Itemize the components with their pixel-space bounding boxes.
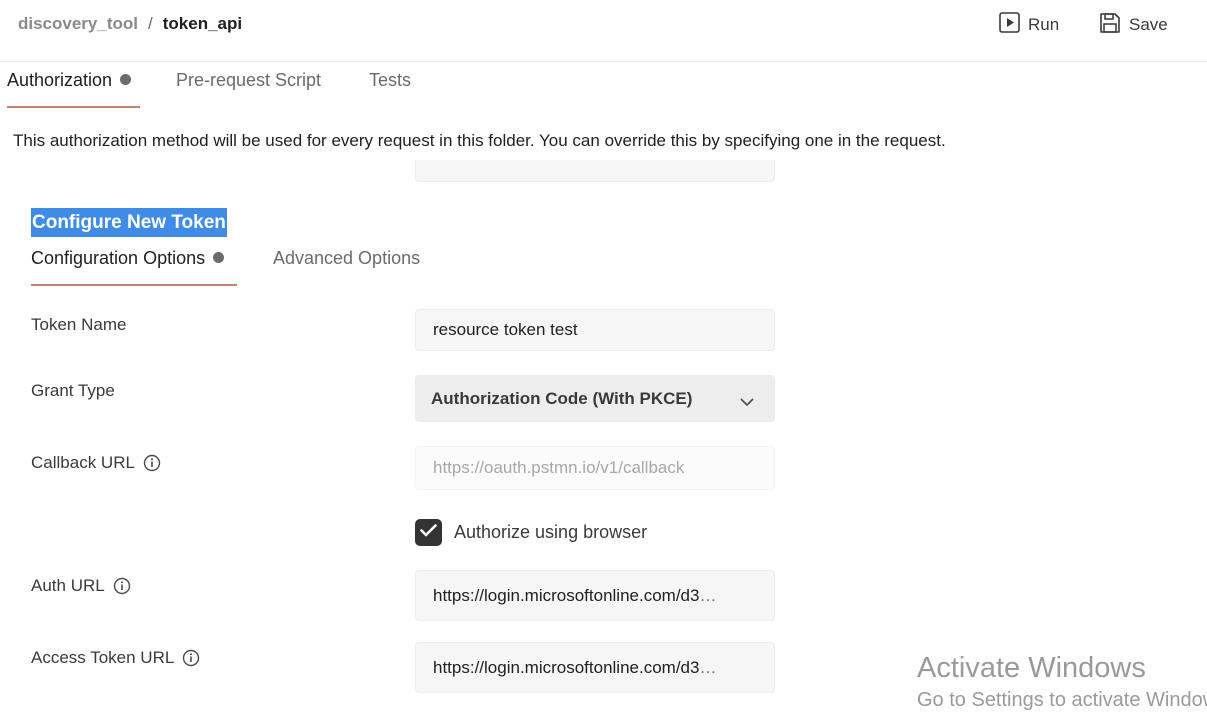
tab-tests[interactable]: Tests [369,70,411,108]
grant-type-select[interactable]: Authorization Code (With PKCE) [415,375,775,422]
info-icon[interactable] [113,577,131,595]
callback-url-input[interactable]: https://oauth.pstmn.io/v1/callback [415,446,775,490]
access-token-url-label: Access Token URL [31,648,200,668]
tab-authorization-label: Authorization [7,70,113,90]
save-label: Save [1129,15,1168,34]
grant-type-value: Authorization Code (With PKCE) [431,388,693,408]
tab-modified-dot [120,74,132,85]
breadcrumb-separator: / [148,14,153,33]
breadcrumb-current[interactable]: token_api [163,14,242,34]
tab-configuration-options[interactable]: Configuration Options [31,248,237,286]
access-token-url-value: https://login.microsoftonline.com/d3 [433,657,700,677]
grant-type-label: Grant Type [31,381,115,401]
tab-advanced-options[interactable]: Advanced Options [273,248,420,286]
watermark-subtitle: Go to Settings to activate Windows. [917,689,1207,711]
tab-tests-label: Tests [369,70,412,90]
token-name-input[interactable]: resource token test [415,309,775,351]
callback-url-label: Callback URL [31,453,161,473]
app-window: discovery_tool / token_api Run Save Auth… [0,0,1207,721]
auth-url-input[interactable]: https://login.microsoftonline.com/d3… [415,570,775,621]
tab-authorization[interactable]: Authorization [7,70,140,108]
access-token-url-input[interactable]: https://login.microsoftonline.com/d3… [415,642,775,693]
active-tab-underline [7,106,140,108]
tab-pre-request-script[interactable]: Pre-request Script [176,70,321,108]
callback-url-label-text: Callback URL [31,453,135,472]
token-name-label-text: Token Name [31,315,127,334]
checkmark-icon [420,523,437,542]
auth-url-label-text: Auth URL [31,576,105,595]
token-name-value: resource token test [433,320,578,339]
configure-token-heading: Configure New Token [31,208,227,237]
save-icon [1099,12,1129,39]
chevron-down-icon [740,392,754,412]
breadcrumb-parent[interactable]: discovery_tool [18,14,138,34]
grant-type-label-text: Grant Type [31,381,115,400]
partially-scrolled-field[interactable] [415,160,775,182]
watermark-title: Activate Windows [917,652,1146,684]
access-token-url-label-text: Access Token URL [31,648,175,667]
tab-modified-dot [213,252,225,263]
active-subtab-underline [31,284,237,286]
play-icon [999,12,1028,38]
info-icon[interactable] [143,454,161,472]
windows-activation-watermark: Activate Windows Go to Settings to activ… [917,652,1207,712]
authorize-browser-option: Authorize using browser [415,519,647,546]
header-bar: discovery_tool / token_api Run Save [0,0,1207,62]
breadcrumb: discovery_tool / token_api [18,14,242,34]
tab-pre-request-label: Pre-request Script [176,70,322,90]
run-label: Run [1028,15,1060,34]
authorization-description: This authorization method will be used f… [13,131,946,150]
auth-url-label: Auth URL [31,576,131,596]
authorize-browser-label[interactable]: Authorize using browser [454,522,647,543]
auth-url-value: https://login.microsoftonline.com/d3 [433,585,700,605]
tab-advanced-label: Advanced Options [273,248,421,268]
save-button[interactable]: Save [1099,12,1168,38]
info-icon[interactable] [182,649,200,667]
run-button[interactable]: Run [999,12,1059,38]
truncation-ellipsis: … [699,585,717,605]
authorize-browser-checkbox[interactable] [415,519,442,546]
truncation-ellipsis: … [699,657,717,677]
token-name-label: Token Name [31,315,126,335]
callback-url-placeholder: https://oauth.pstmn.io/v1/callback [433,458,685,477]
tab-configuration-label: Configuration Options [31,248,206,268]
